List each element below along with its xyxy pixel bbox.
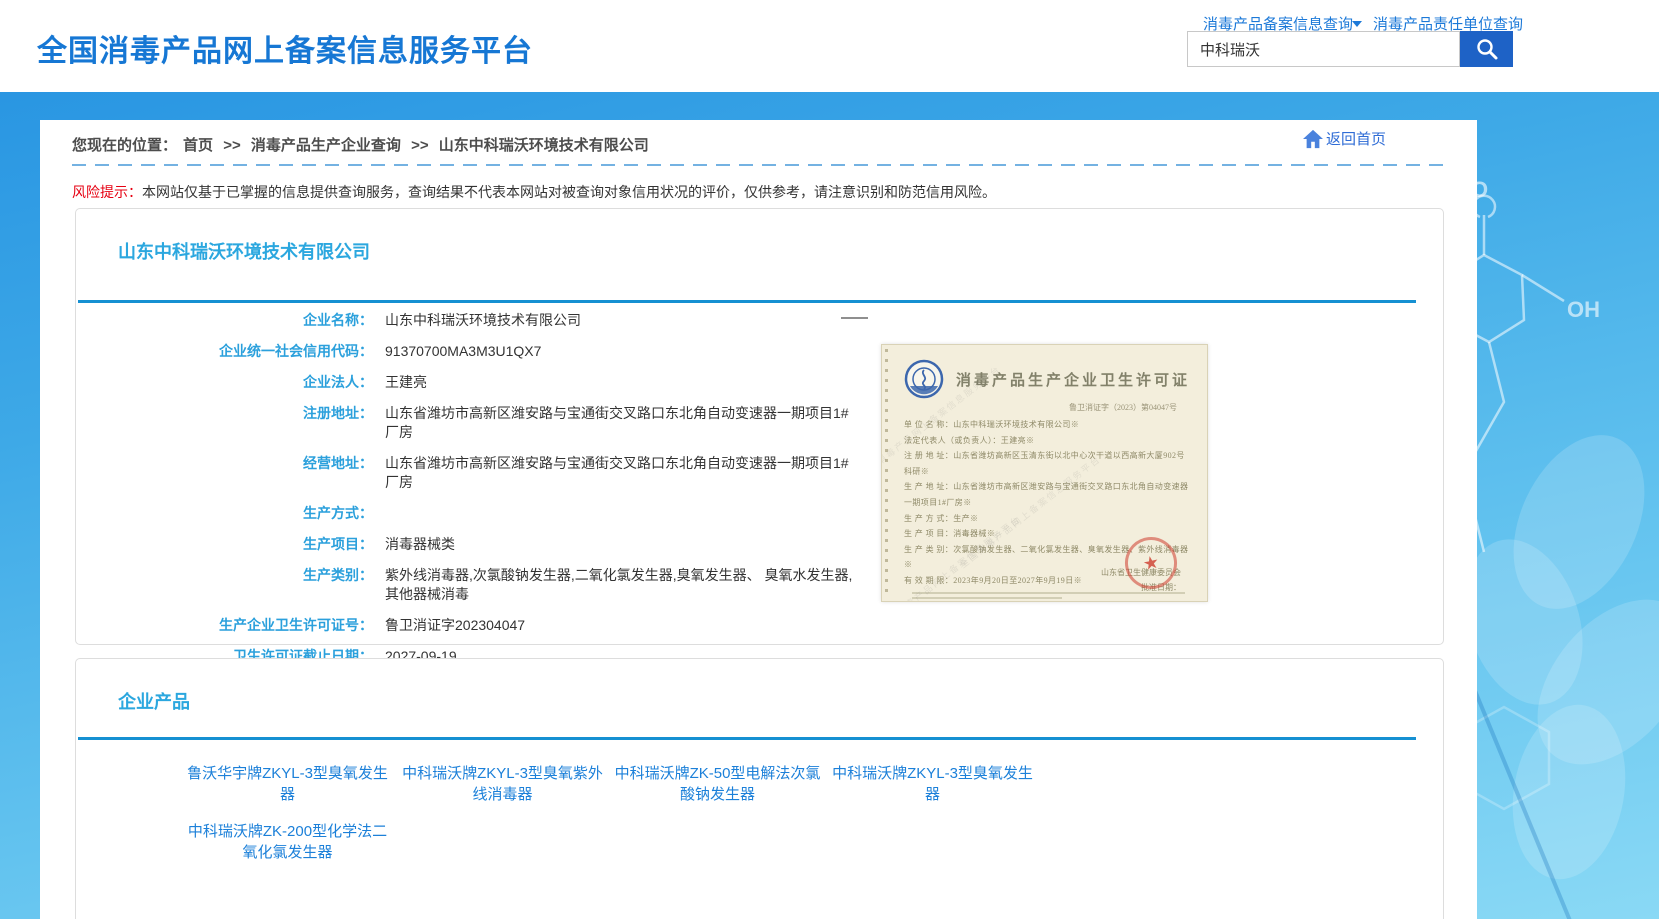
field-row: 企业统一社会信用代码： 91370700MA3M3U1QX7 xyxy=(76,342,886,361)
product-link[interactable]: 鲁沃华宇牌ZKYL-3型臭氧发生器 xyxy=(184,763,391,805)
breadcrumb-home[interactable]: 首页 xyxy=(183,137,213,154)
field-label: 企业统一社会信用代码： xyxy=(76,342,373,361)
certificate-line: 注 册 地 址：山东省潍坊高新区玉清东街以北中心次干道以西高新大厦902号科研※ xyxy=(904,448,1193,479)
card-title-divider xyxy=(78,737,1416,740)
field-label: 生产项目： xyxy=(76,535,373,554)
field-label: 生产类别： xyxy=(76,566,373,585)
hygiene-license-certificate-image: 全国消毒产品网上备案信息服务平台 全国消毒产品网上备案信息服务平台 全国消毒产品… xyxy=(881,344,1208,602)
certificate-line: 生 产 方 式：生产※ xyxy=(904,511,1193,527)
card-title-divider xyxy=(78,300,1416,303)
search-icon xyxy=(1475,37,1499,61)
search-button[interactable] xyxy=(1460,31,1513,67)
field-value: 消毒器械类 xyxy=(385,535,455,554)
image-placeholder-dash xyxy=(841,317,868,319)
breadcrumb-separator: >> xyxy=(411,137,429,154)
field-row: 注册地址： 山东省潍坊市高新区潍安路与宝通街交叉路口东北角自动变速器一期项目1#厂… xyxy=(76,404,886,442)
breadcrumb-enterprise-query[interactable]: 消毒产品生产企业查询 xyxy=(251,137,401,154)
field-label: 企业名称： xyxy=(76,311,373,330)
field-row: 企业名称： 山东中科瑞沃环境技术有限公司 xyxy=(76,311,886,330)
certificate-binding-holes xyxy=(885,349,888,597)
field-label: 注册地址： xyxy=(76,404,373,423)
field-value: 山东省潍坊市高新区潍安路与宝通街交叉路口东北角自动变速器一期项目1#厂房 xyxy=(385,454,855,492)
dropdown-caret-icon[interactable] xyxy=(1352,21,1362,27)
risk-notice: 风险提示：本网站仅基于已掌握的信息提供查询服务，查询结果不代表本网站对被查询对象… xyxy=(72,182,996,202)
field-row: 经营地址： 山东省潍坊市高新区潍安路与宝通街交叉路口东北角自动变速器一期项目1#厂… xyxy=(76,454,886,492)
certificate-line: 法定代表人（或负责人）：王建亮※ xyxy=(904,433,1193,449)
content-container: 您现在的位置： 首页 >> 消毒产品生产企业查询 >> 山东中科瑞沃环境技术有限公… xyxy=(40,120,1477,919)
breadcrumb-prefix: 您现在的位置： xyxy=(72,137,177,154)
field-row: 企业法人： 王建亮 xyxy=(76,373,886,392)
dashed-divider xyxy=(72,164,1445,166)
field-value: 鲁卫消证字202304047 xyxy=(385,616,525,635)
company-info-card: 山东中科瑞沃环境技术有限公司 企业名称： 山东中科瑞沃环境技术有限公司 企业统一社… xyxy=(75,208,1444,645)
products-card-title: 企业产品 xyxy=(118,688,190,714)
field-row: 生产企业卫生许可证号： 鲁卫消证字202304047 xyxy=(76,616,886,635)
field-label: 企业法人： xyxy=(76,373,373,392)
health-commission-emblem-icon xyxy=(904,359,944,399)
field-value: 紫外线消毒器,次氯酸钠发生器,二氧化氯发生器,臭氧发生器、 臭氧水发生器,其他器… xyxy=(385,566,855,604)
product-link[interactable]: 中科瑞沃牌ZKYL-3型臭氧紫外线消毒器 xyxy=(399,763,606,805)
field-value: 山东中科瑞沃环境技术有限公司 xyxy=(385,311,581,330)
product-link[interactable]: 中科瑞沃牌ZK-50型电解法次氯酸钠发生器 xyxy=(614,763,821,805)
field-row: 生产项目： 消毒器械类 xyxy=(76,535,886,554)
field-label: 生产企业卫生许可证号： xyxy=(76,616,373,635)
field-value: 山东省潍坊市高新区潍安路与宝通街交叉路口东北角自动变速器一期项目1#厂房 xyxy=(385,404,855,442)
field-row: 生产方式： xyxy=(76,504,886,523)
svg-text:OH: OH xyxy=(1567,297,1600,322)
back-home-link[interactable]: 返回首页 xyxy=(1302,128,1386,149)
back-home-label: 返回首页 xyxy=(1326,128,1386,149)
breadcrumb-separator: >> xyxy=(223,137,241,154)
product-link[interactable]: 中科瑞沃牌ZKYL-3型臭氧发生器 xyxy=(829,763,1036,805)
field-value: 王建亮 xyxy=(385,373,427,392)
risk-notice-text: 本网站仅基于已掌握的信息提供查询服务，查询结果不代表本网站对被查询对象信用状况的… xyxy=(142,184,996,200)
products-grid: 鲁沃华宇牌ZKYL-3型臭氧发生器 中科瑞沃牌ZKYL-3型臭氧紫外线消毒器 中… xyxy=(184,763,1036,863)
field-value: 91370700MA3M3U1QX7 xyxy=(385,342,541,361)
home-icon xyxy=(1302,129,1324,149)
product-link[interactable]: 中科瑞沃牌ZK-200型化学法二氧化氯发生器 xyxy=(184,821,391,863)
header: 全国消毒产品网上备案信息服务平台 消毒产品备案信息查询 消毒产品责任单位查询 xyxy=(0,0,1659,92)
breadcrumb: 您现在的位置： 首页 >> 消毒产品生产企业查询 >> 山东中科瑞沃环境技术有限公… xyxy=(72,134,655,155)
site-title: 全国消毒产品网上备案信息服务平台 xyxy=(37,26,533,70)
company-fields: 企业名称： 山东中科瑞沃环境技术有限公司 企业统一社会信用代码： 91370700M… xyxy=(76,311,886,678)
breadcrumb-current-company: 山东中科瑞沃环境技术有限公司 xyxy=(439,137,649,154)
certificate-line: 单 位 名 称：山东中科瑞沃环境技术有限公司※ xyxy=(904,417,1193,433)
field-row: 生产类别： 紫外线消毒器,次氯酸钠发生器,二氧化氯发生器,臭氧发生器、 臭氧水发生… xyxy=(76,566,886,604)
search-input[interactable] xyxy=(1187,31,1460,67)
page: OH O 全国消毒产品网上备案信息服务平台 消毒产品备案信息查询 消毒产品责任单… xyxy=(0,0,1659,919)
field-label: 经营地址： xyxy=(76,454,373,473)
field-label: 生产方式： xyxy=(76,504,373,523)
company-card-title: 山东中科瑞沃环境技术有限公司 xyxy=(118,238,370,264)
risk-notice-label: 风险提示： xyxy=(72,184,142,200)
products-card: 企业产品 鲁沃华宇牌ZKYL-3型臭氧发生器 中科瑞沃牌ZKYL-3型臭氧紫外线… xyxy=(75,658,1444,919)
